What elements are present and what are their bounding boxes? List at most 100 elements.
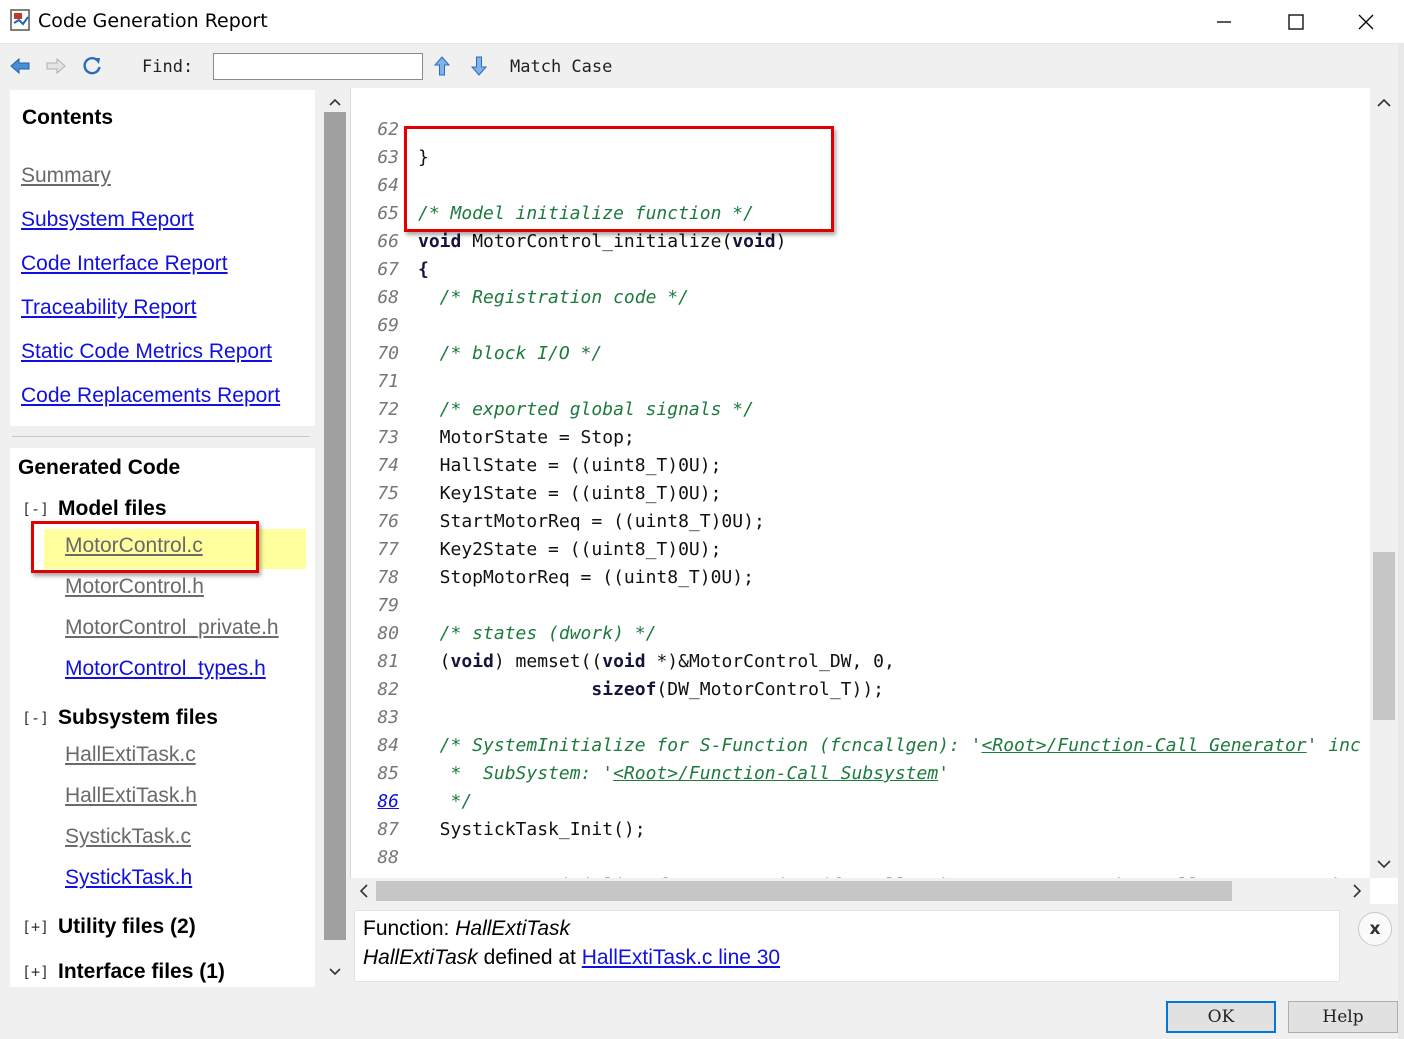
code-line: 69 /* block I/O */ [351, 284, 1371, 364]
find-label: Find: [142, 57, 194, 77]
chevron-down-icon [1377, 859, 1391, 868]
back-arrow-icon [10, 57, 30, 75]
annotation-box-selected-file [31, 521, 259, 573]
find-previous-button[interactable] [430, 54, 454, 78]
code-line: 67 /* Registration code */ [351, 228, 1371, 308]
defined-symbol-name: HallExtiTask [363, 946, 478, 969]
model-files-heading[interactable]: Model files [58, 497, 167, 521]
forward-button[interactable] [44, 54, 68, 78]
find-input[interactable] [213, 53, 423, 80]
ok-button[interactable]: OK [1166, 1001, 1276, 1033]
minimize-icon [1217, 21, 1231, 23]
function-info-line: Function: HallExtiTask [363, 917, 570, 941]
toolbar: Find: Match Case [0, 44, 1404, 88]
code-line: 74 Key1State = ((uint8_T)0U); [351, 424, 1371, 504]
code-line: 68 [351, 256, 1371, 308]
code-vertical-scrollbar[interactable] [1370, 88, 1398, 878]
chevron-up-icon [329, 98, 341, 106]
scroll-up-button[interactable] [324, 92, 346, 112]
refresh-button[interactable] [80, 54, 104, 78]
chevron-left-icon [359, 884, 368, 898]
report-app-icon [10, 9, 30, 31]
back-button[interactable] [8, 54, 32, 78]
subsystem-report-link[interactable]: Subsystem Report [21, 208, 194, 232]
code-line: 79 /* states (dwork) */ [351, 564, 1371, 644]
utility-files-heading[interactable]: Utility files (2) [58, 915, 196, 939]
close-info-button[interactable]: x [1358, 912, 1392, 946]
code-line: 73 HallState = ((uint8_T)0U); [351, 396, 1371, 476]
definition-link[interactable]: HallExtiTask.c line 30 [582, 946, 780, 969]
window-right-edge [1398, 44, 1404, 1039]
scroll-down-button[interactable] [324, 962, 346, 982]
code-scroll-right-button[interactable] [1346, 881, 1368, 901]
subsystem-files-toggle[interactable]: [-] [22, 709, 49, 727]
utility-files-toggle[interactable]: [+] [22, 918, 49, 936]
code-line: 76 Key2State = ((uint8_T)0U); [351, 480, 1371, 560]
code-line: 80 (void) memset((void *)&MotorControl_D… [351, 592, 1371, 672]
code-line: 75 StartMotorReq = ((uint8_T)0U); [351, 452, 1371, 532]
navigation-scrollbar-thumb[interactable] [324, 112, 346, 940]
file-link-hallextitask-h[interactable]: HallExtiTask.h [65, 784, 197, 808]
maximize-button[interactable] [1262, 0, 1330, 44]
code-scroll-up-button[interactable] [1373, 92, 1395, 112]
section-gap [10, 426, 315, 448]
annotation-box-initialize-function [404, 126, 834, 232]
interface-files-toggle[interactable]: [+] [22, 963, 49, 981]
code-line: 62 } [351, 88, 1371, 168]
file-link-motorcontrol-private-h[interactable]: MotorControl_private.h [65, 616, 279, 640]
find-next-button[interactable] [467, 54, 491, 78]
code-interface-report-link[interactable]: Code Interface Report [21, 252, 228, 276]
code-vertical-scrollbar-thumb[interactable] [1373, 552, 1395, 720]
file-link-systicktask-h[interactable]: SystickTask.h [65, 866, 192, 890]
model-files-toggle[interactable]: [-] [22, 500, 49, 518]
summary-link[interactable]: Summary [21, 164, 111, 188]
find-previous-icon [434, 56, 450, 76]
code-horizontal-scrollbar[interactable] [350, 878, 1370, 904]
defined-at-text: defined at [483, 946, 576, 969]
code-line: 77 StopMotorReq = ((uint8_T)0U); [351, 508, 1371, 588]
code-line: 71 /* exported global signals */ [351, 340, 1371, 420]
code-scroll-left-button[interactable] [352, 881, 374, 901]
function-label: Function: [363, 917, 450, 940]
static-code-metrics-report-link[interactable]: Static Code Metrics Report [21, 340, 272, 364]
help-button[interactable]: Help [1288, 1001, 1398, 1033]
symbol-info-pane: Function: HallExtiTask HallExtiTask defi… [354, 910, 1340, 982]
chevron-right-icon [1352, 884, 1361, 898]
interface-files-heading[interactable]: Interface files (1) [58, 960, 225, 984]
code-line: 82 [351, 648, 1371, 700]
find-next-icon [471, 56, 487, 76]
match-case-toggle[interactable]: Match Case [510, 57, 612, 77]
code-line: 89 * SubSystem: '<Root>/Function-Call Su… [351, 844, 1371, 904]
forward-arrow-icon [46, 57, 66, 75]
code-line: 86 SystickTask_Init(); [351, 760, 1371, 840]
code-horizontal-scrollbar-thumb[interactable] [376, 881, 1232, 901]
maximize-icon [1288, 14, 1304, 30]
file-link-motorcontrol-h[interactable]: MotorControl.h [65, 575, 204, 599]
close-icon [1358, 14, 1374, 30]
close-button[interactable] [1332, 0, 1400, 44]
code-line: 84 * SubSystem: '<Root>/Function-Call Su… [351, 704, 1371, 784]
minimize-button[interactable] [1190, 0, 1258, 44]
code-line: 81 sizeof(DW_MotorControl_T)); [351, 620, 1371, 700]
code-line: 85 */ [351, 732, 1371, 812]
generated-code-heading: Generated Code [18, 456, 181, 479]
code-line: 72 MotorState = Stop; [351, 368, 1371, 448]
window-title: Code Generation Report [38, 10, 268, 32]
function-name: HallExtiTask [455, 917, 570, 940]
traceability-report-link[interactable]: Traceability Report [21, 296, 196, 320]
code-scroll-down-button[interactable] [1373, 854, 1395, 874]
code-line: 87 [351, 788, 1371, 840]
chevron-down-icon [329, 968, 341, 976]
chevron-up-icon [1377, 98, 1391, 107]
refresh-icon [83, 56, 101, 75]
subsystem-files-heading[interactable]: Subsystem files [58, 706, 218, 730]
file-link-motorcontrol-types-h[interactable]: MotorControl_types.h [65, 657, 266, 681]
code-line: 78 [351, 536, 1371, 588]
file-link-hallextitask-c[interactable]: HallExtiTask.c [65, 743, 196, 767]
navigation-scrollbar[interactable] [322, 90, 348, 987]
title-bar: Code Generation Report [0, 0, 1404, 44]
section-divider [12, 436, 310, 437]
file-link-systicktask-c[interactable]: SystickTask.c [65, 825, 191, 849]
code-line: 70 [351, 312, 1371, 364]
code-replacements-report-link[interactable]: Code Replacements Report [21, 384, 280, 408]
